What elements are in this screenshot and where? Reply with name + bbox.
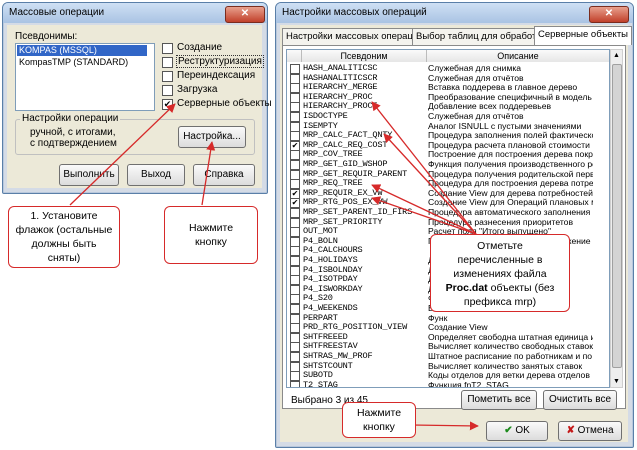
- callout-bold: Proc.dat: [445, 282, 488, 294]
- arrow-press-ok: [411, 421, 479, 431]
- callout-line: Нажмите: [356, 407, 402, 419]
- callout-line: кнопку: [195, 236, 227, 248]
- callout-line: изменениях файла: [453, 268, 547, 280]
- callout-press-ok: Нажмите кнопку: [342, 402, 416, 438]
- callout-line: флажок (остальные: [15, 224, 113, 236]
- arrow-to-row-cost: [383, 133, 477, 235]
- callout-line: сняты): [47, 252, 81, 264]
- arrow-to-row-requir: [371, 184, 477, 235]
- arrow-step1: [69, 103, 176, 206]
- callout-line: префикса mrp): [463, 296, 537, 308]
- callout-line: кнопку: [363, 421, 395, 433]
- callout-line: Отметьте: [477, 240, 523, 252]
- callout-line: Proc.dat объекты (без: [431, 281, 569, 295]
- arrow-to-row-rtg: [371, 196, 477, 235]
- callout-line: 1. Установите: [30, 210, 98, 222]
- callout-press-settings: Нажмите кнопку: [164, 206, 258, 264]
- tab-server-objects[interactable]: Серверные объекты: [534, 26, 633, 45]
- callout-mark-objects: Отметьте перечисленные в изменениях файл…: [430, 234, 570, 312]
- callout-line: должны быть: [31, 238, 97, 250]
- arrow-to-row-proce: [371, 101, 477, 235]
- callout-text: объекты (без: [487, 282, 555, 294]
- callout-step1: 1. Установите флажок (остальные должны б…: [8, 206, 120, 268]
- callout-line: перечисленные в: [457, 254, 543, 266]
- arrow-press-settings: [201, 141, 216, 206]
- callout-line: Нажмите: [188, 222, 234, 234]
